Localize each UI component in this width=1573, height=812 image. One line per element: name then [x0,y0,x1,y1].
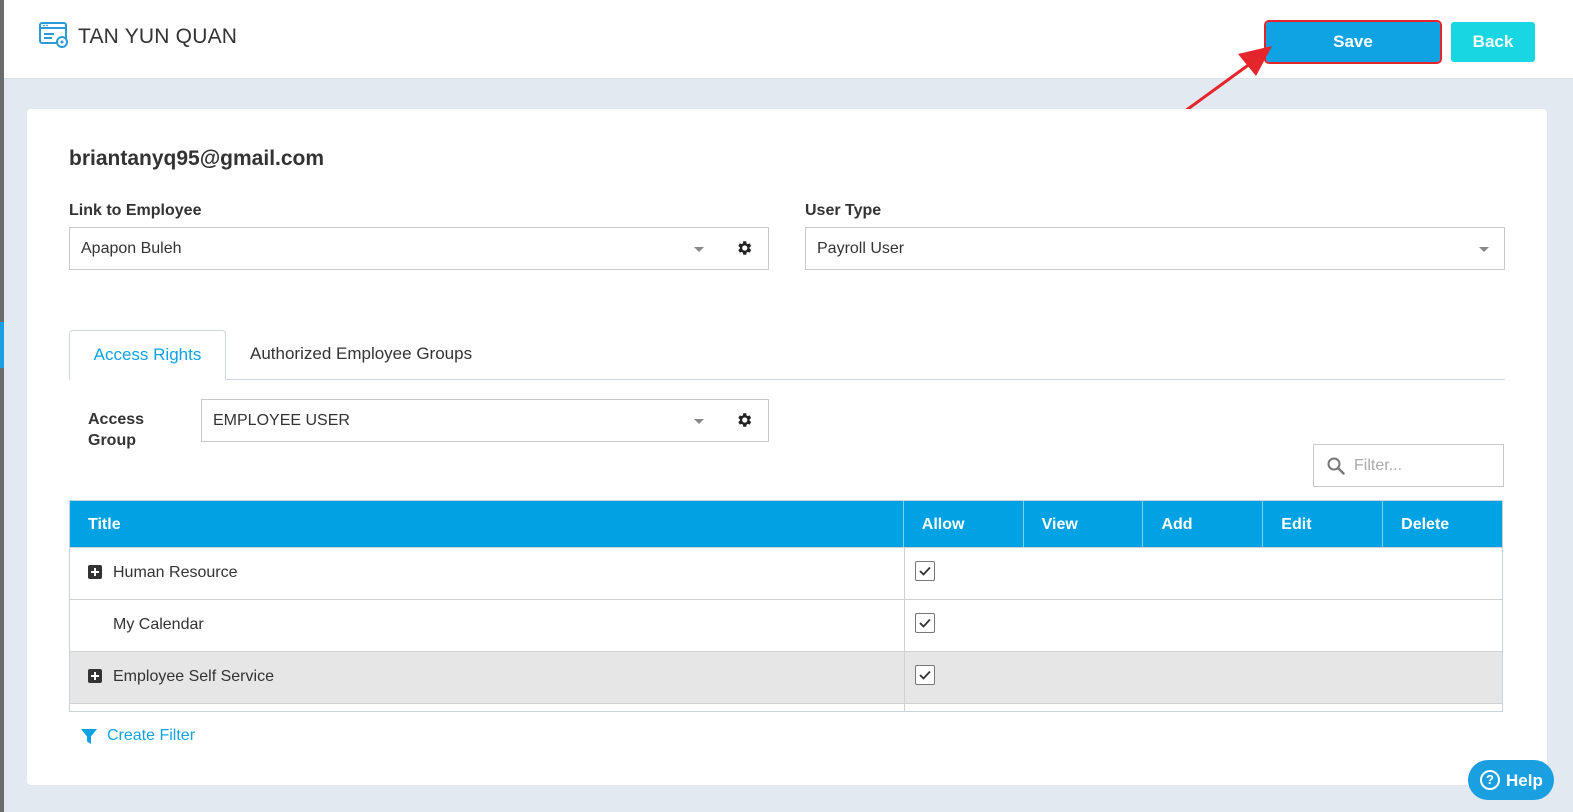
column-header-view[interactable]: View [1024,501,1144,547]
checkmark-icon [919,618,931,628]
row-title: Employee Self Service [113,668,274,685]
row-allow-cell [905,548,1025,599]
left-sidebar-edge [0,0,4,812]
row-allow-cell [905,600,1025,651]
access-group-label-line2: Group [88,432,136,449]
back-button[interactable]: Back [1451,22,1535,62]
column-header-title[interactable]: Title [70,501,904,547]
row-title-cell: Human Resource [70,548,905,599]
funnel-icon [81,729,97,744]
save-button[interactable]: Save [1264,20,1442,64]
chevron-down-icon [1479,247,1489,252]
create-filter-link[interactable]: Create Filter [81,727,195,745]
row-title-cell: My Calendar [70,600,905,651]
plus-square-icon[interactable] [88,565,102,579]
access-group-label-line1: Access [88,411,145,428]
table-header: Title Allow View Add Edit Delete [70,501,1502,547]
table-row: Human Resource [70,547,1502,599]
user-form-card: briantanyq95@gmail.com Link to Employee … [27,109,1547,785]
help-label: Help [1506,771,1543,790]
checkmark-icon [919,670,931,680]
column-header-allow[interactable]: Allow [904,501,1024,547]
link-employee-value: Apapon Buleh [81,240,182,257]
create-filter-label: Create Filter [107,727,196,744]
user-type-value: Payroll User [817,240,905,257]
row-title-cell: Employee Self Service [70,652,905,703]
column-header-edit[interactable]: Edit [1263,501,1384,547]
gear-icon[interactable] [735,411,753,429]
chevron-down-icon [694,247,704,252]
row-title: Human Resource [113,564,238,581]
access-group-select[interactable]: EMPLOYEE USER [201,399,769,442]
user-type-select[interactable]: Payroll User [805,227,1505,270]
link-employee-select[interactable]: Apapon Buleh [69,227,769,270]
allow-checkbox[interactable] [915,665,935,685]
column-header-delete[interactable]: Delete [1383,501,1502,547]
row-title: My Calendar [113,616,204,633]
link-employee-label: Link to Employee [69,202,202,219]
table-row: Employee Self Service [70,651,1502,703]
access-group-label: Access Group [88,409,144,451]
left-sidebar-active-marker [0,322,4,368]
access-rights-table: Title Allow View Add Edit Delete Human R… [69,500,1503,712]
help-button[interactable]: ? Help [1468,760,1554,800]
table-row: My Calendar [70,599,1502,651]
filter-box [1313,444,1504,487]
chevron-down-icon [694,419,704,424]
row-title-cell [70,704,905,711]
allow-checkbox[interactable] [915,613,935,633]
question-icon: ? [1480,770,1500,790]
gear-icon[interactable] [735,239,753,257]
row-allow-cell [905,652,1025,703]
plus-square-icon[interactable] [88,669,102,683]
search-icon [1327,457,1345,475]
tab-authorized-employee-groups[interactable]: Authorized Employee Groups [250,330,472,380]
access-group-value: EMPLOYEE USER [213,412,350,429]
checkmark-icon [919,566,931,576]
column-header-add[interactable]: Add [1143,501,1264,547]
user-type-label: User Type [805,202,882,219]
user-card-icon [39,22,68,48]
user-email: briantanyq95@gmail.com [69,147,325,170]
filter-input[interactable] [1354,455,1494,477]
page-title: TAN YUN QUAN [78,25,238,48]
allow-checkbox[interactable] [915,561,935,581]
tab-access-rights[interactable]: Access Rights [69,330,226,380]
table-row-partial [70,703,1502,711]
